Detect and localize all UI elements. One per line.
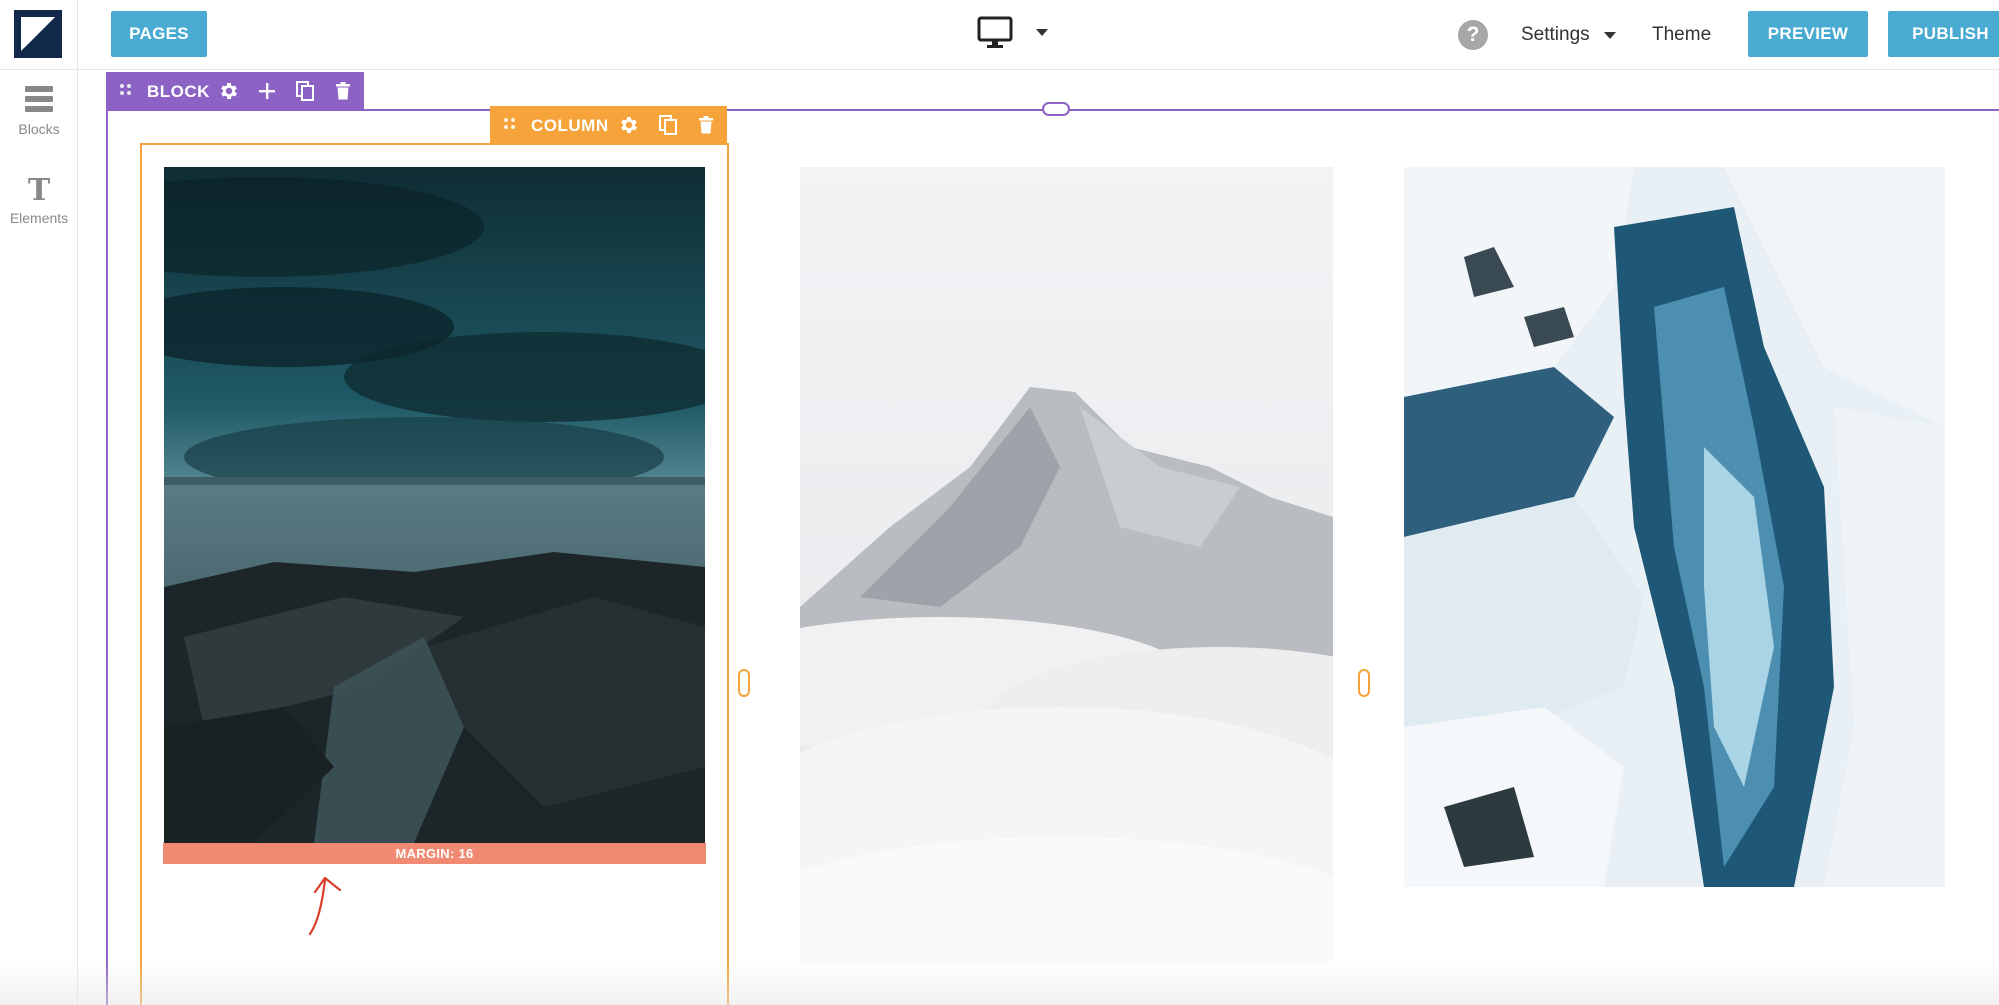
help-icon[interactable]: ? — [1458, 20, 1488, 50]
block-label: BLOCK — [147, 82, 210, 101]
stack-icon — [25, 86, 53, 112]
copy-icon[interactable] — [657, 114, 679, 136]
drag-handle-icon[interactable] — [120, 84, 132, 96]
sidebar-item-elements[interactable]: T Elements — [0, 173, 78, 227]
sidebar-item-blocks[interactable]: Blocks — [0, 86, 78, 137]
column-resize-handle[interactable] — [738, 669, 750, 697]
sidebar-item-label: Blocks — [18, 121, 60, 137]
sidebar-item-label: Elements — [9, 210, 69, 226]
logo-mark-icon — [14, 10, 62, 58]
device-dropdown-caret-icon[interactable] — [1036, 29, 1048, 36]
logo-divider — [77, 0, 78, 70]
plus-icon[interactable] — [256, 80, 278, 102]
block-resize-handle[interactable] — [1042, 102, 1070, 116]
top-bar: PAGES ? Settings Theme PREVIEW PUBLISH — [0, 0, 1999, 70]
stormy-coast-rocks-photo[interactable] — [164, 167, 705, 843]
pages-button[interactable]: PAGES — [111, 11, 207, 57]
misty-mountain-photo[interactable] — [800, 167, 1333, 963]
column-toolbar: COLUMN — [490, 106, 727, 144]
desktop-monitor-icon[interactable] — [977, 16, 1013, 50]
copy-icon[interactable] — [294, 80, 316, 102]
margin-indicator: MARGIN: 16 — [163, 843, 706, 864]
preview-button[interactable]: PREVIEW — [1748, 11, 1868, 57]
column-label: COLUMN — [531, 116, 609, 135]
trash-icon[interactable] — [332, 80, 354, 102]
settings-menu[interactable]: Settings — [1521, 24, 1590, 46]
gear-icon[interactable] — [218, 80, 240, 102]
drag-handle-icon[interactable] — [504, 118, 516, 130]
publish-button[interactable]: PUBLISH — [1888, 11, 1999, 57]
annotation-arrow-icon — [308, 876, 342, 936]
block-toolbar: BLOCK — [106, 72, 364, 110]
gear-icon[interactable] — [618, 114, 640, 136]
settings-caret-icon[interactable] — [1604, 32, 1616, 39]
theme-link[interactable]: Theme — [1652, 24, 1711, 46]
frozen-waterfall-canyon-photo[interactable] — [1404, 167, 1945, 887]
left-sidebar: Blocks T Elements — [0, 70, 78, 1005]
app-logo[interactable] — [14, 10, 62, 58]
column-resize-handle[interactable] — [1358, 669, 1370, 697]
trash-icon[interactable] — [695, 114, 717, 136]
text-t-icon: T — [27, 173, 51, 208]
